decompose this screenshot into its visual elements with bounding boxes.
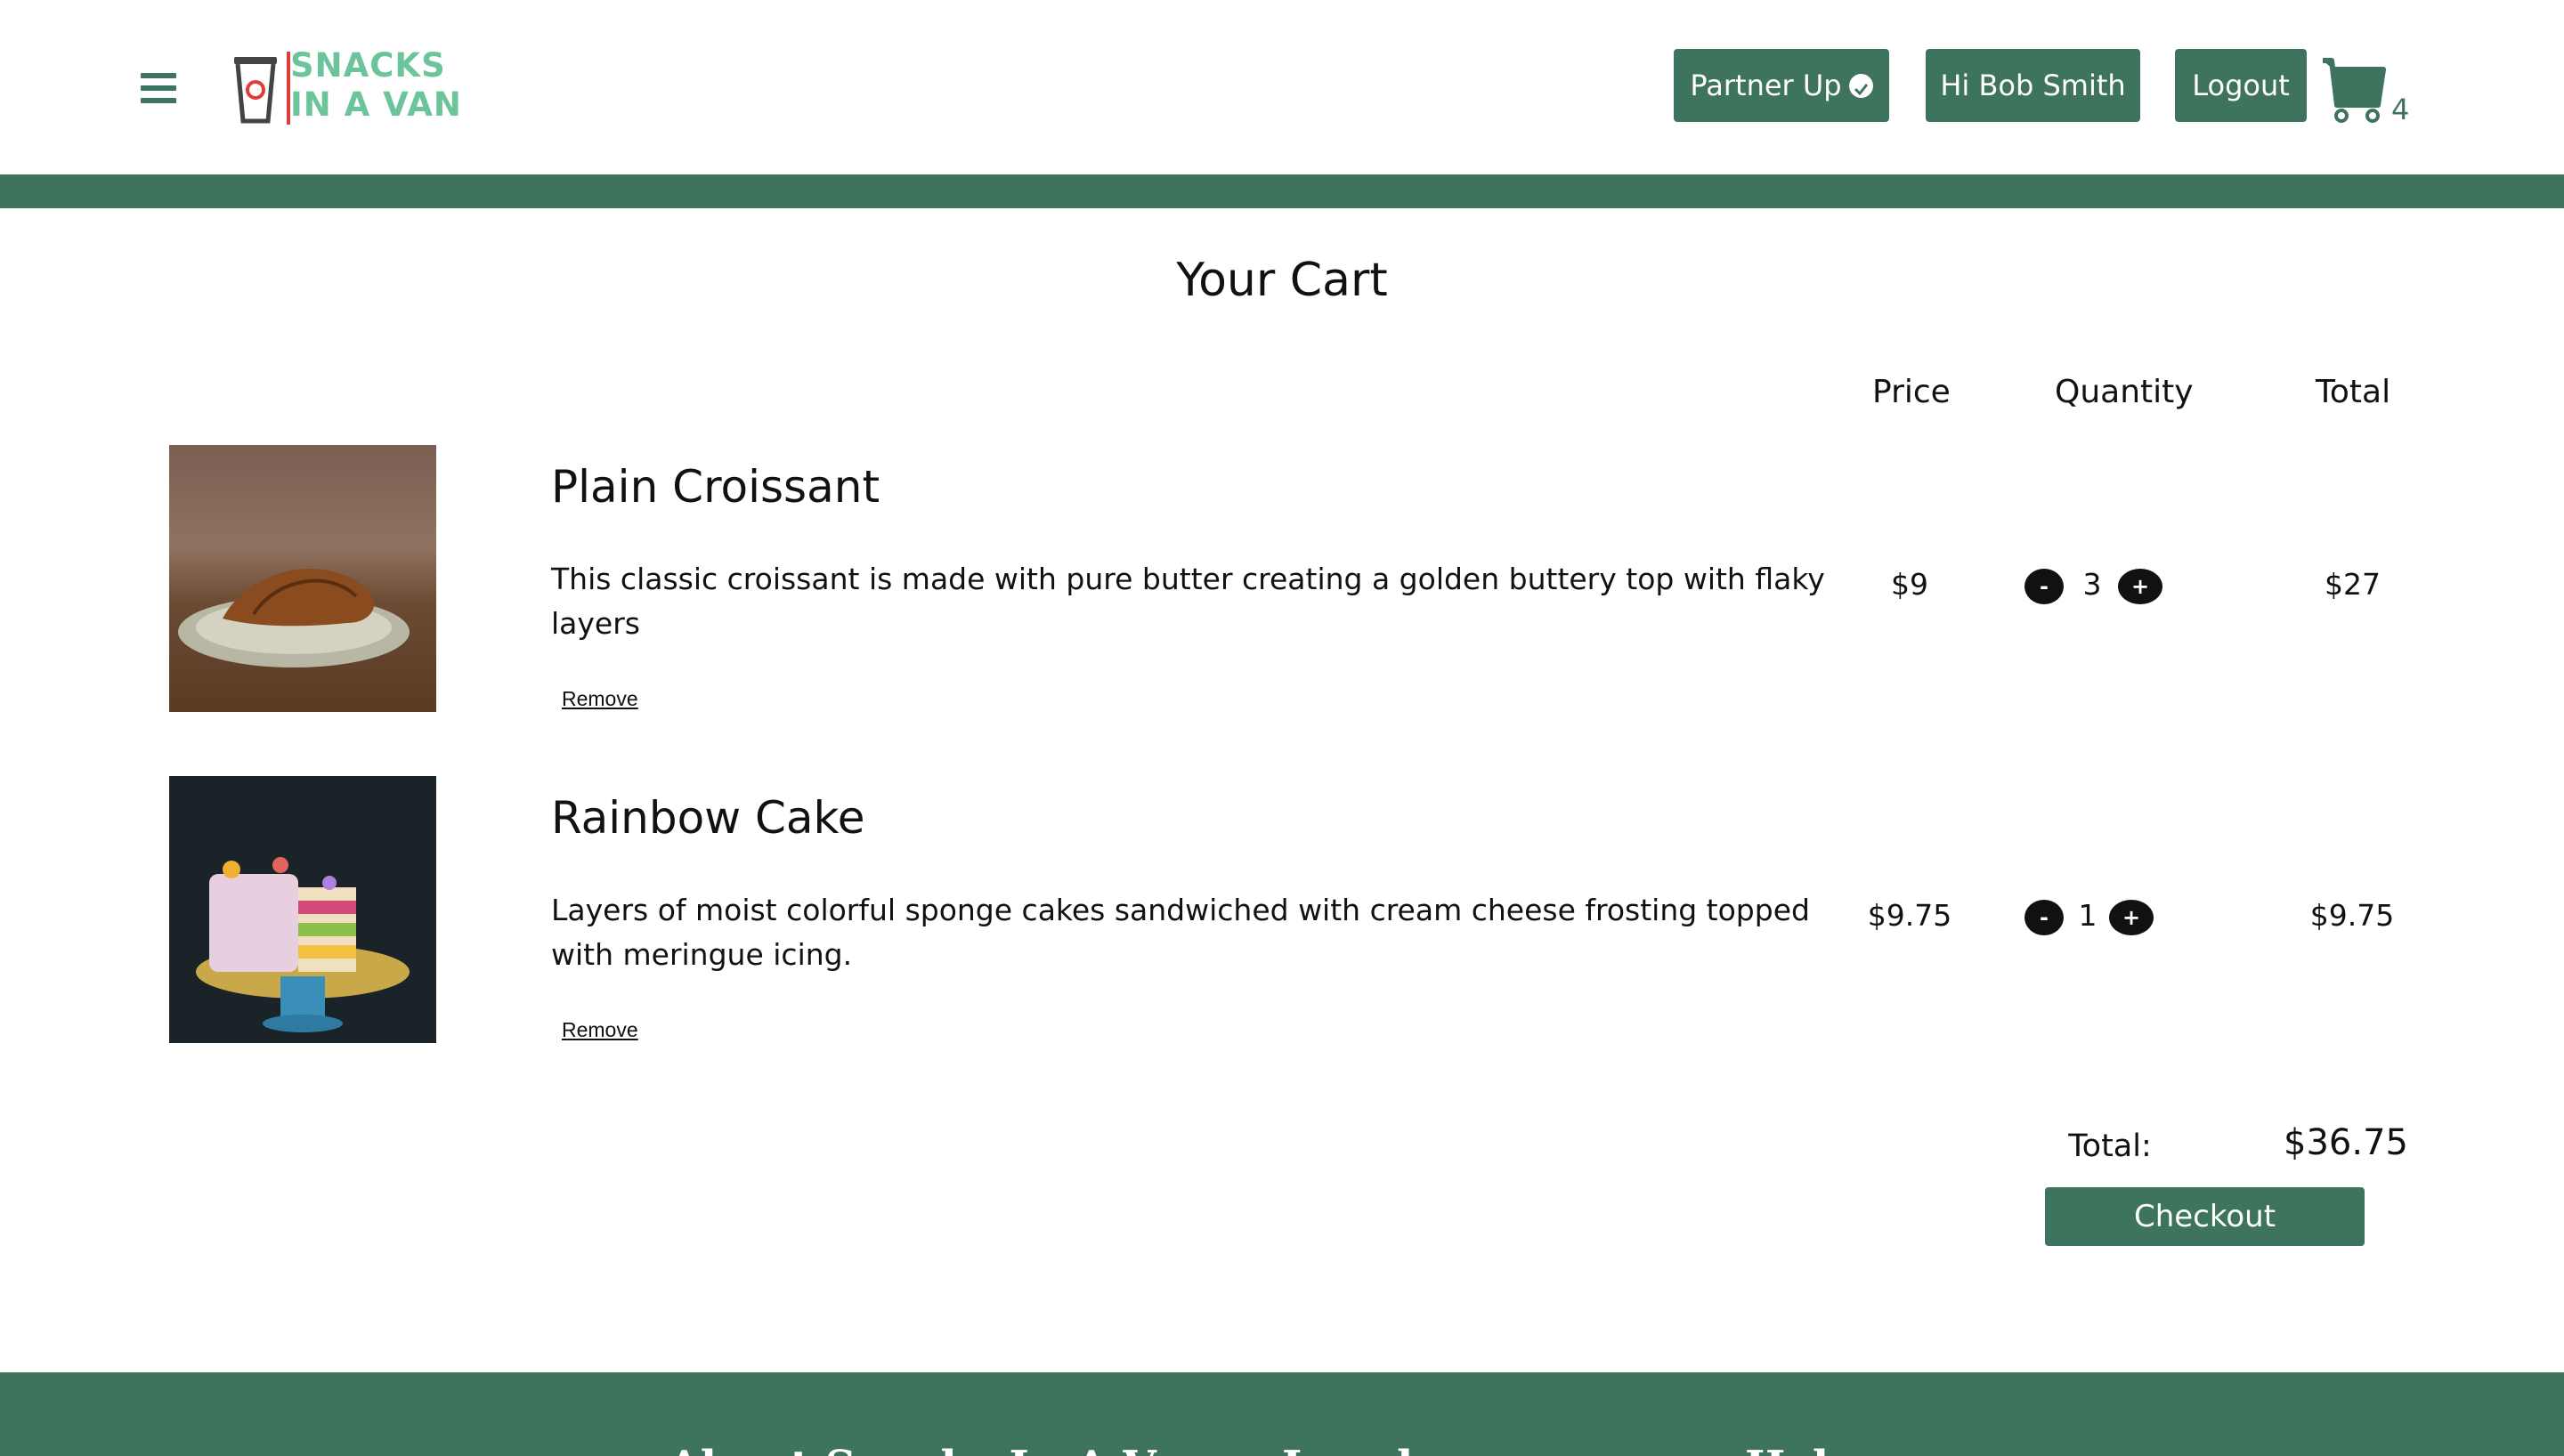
product-description: Layers of moist colorful sponge cakes sa… — [551, 893, 1810, 972]
product-description: This classic croissant is made with pure… — [551, 562, 1825, 641]
item-price: $9 — [1891, 567, 1928, 602]
increase-quantity-button[interactable]: + — [2118, 569, 2162, 604]
menu-icon[interactable] — [141, 73, 176, 103]
item-quantity: 1 — [2078, 898, 2097, 933]
logo-line-2: IN A VAN — [290, 85, 462, 124]
product-image-rainbow-cake — [169, 776, 436, 1043]
footer-heading-about[interactable]: About Snacks In A Van — [668, 1442, 1211, 1456]
item-quantity: 3 — [2082, 567, 2102, 602]
decrease-quantity-button[interactable]: - — [2024, 569, 2064, 604]
footer-heading-help[interactable]: Help — [1745, 1442, 1859, 1456]
partner-up-button[interactable]: Partner Up — [1674, 49, 1889, 122]
page-title: Your Cart — [1176, 254, 1388, 307]
footer-heading-legal[interactable]: Legal — [1282, 1442, 1413, 1456]
remove-item-link[interactable]: Remove — [562, 687, 638, 711]
checkout-button[interactable]: Checkout — [2045, 1187, 2365, 1246]
logo-line-1: SNACKS — [290, 46, 446, 85]
site-footer: About Snacks In A Van Legal Help — [0, 1372, 2564, 1456]
column-header-total: Total — [2316, 374, 2391, 410]
cart-total-label: Total: — [2068, 1128, 2152, 1164]
user-greeting-button[interactable]: Hi Bob Smith — [1926, 49, 2140, 122]
cart-count-badge: 4 — [2391, 93, 2410, 126]
column-header-quantity: Quantity — [2055, 374, 2194, 410]
shopping-cart-icon[interactable] — [2319, 53, 2390, 125]
item-total: $9.75 — [2309, 898, 2395, 933]
header-divider — [0, 174, 2564, 208]
remove-item-link[interactable]: Remove — [562, 1018, 638, 1042]
product-name: Rainbow Cake — [551, 792, 865, 844]
product-name: Plain Croissant — [551, 461, 880, 513]
decrease-quantity-button[interactable]: - — [2024, 900, 2064, 935]
column-header-price: Price — [1872, 374, 1951, 410]
logo[interactable]: SNACKS IN A VAN — [230, 44, 479, 129]
item-total: $27 — [2325, 567, 2381, 602]
site-header: SNACKS IN A VAN Partner Up Hi Bob Smith … — [0, 0, 2564, 174]
item-price: $9.75 — [1867, 898, 1952, 933]
logout-button[interactable]: Logout — [2175, 49, 2307, 122]
increase-quantity-button[interactable]: + — [2109, 900, 2154, 935]
partner-up-label: Partner Up — [1690, 69, 1842, 102]
product-image-croissant — [169, 445, 436, 712]
logo-text: SNACKS IN A VAN — [290, 46, 462, 125]
check-circle-icon — [1848, 73, 1873, 98]
cart-total-value: $36.75 — [2284, 1122, 2408, 1163]
cup-logo-icon — [234, 52, 290, 125]
